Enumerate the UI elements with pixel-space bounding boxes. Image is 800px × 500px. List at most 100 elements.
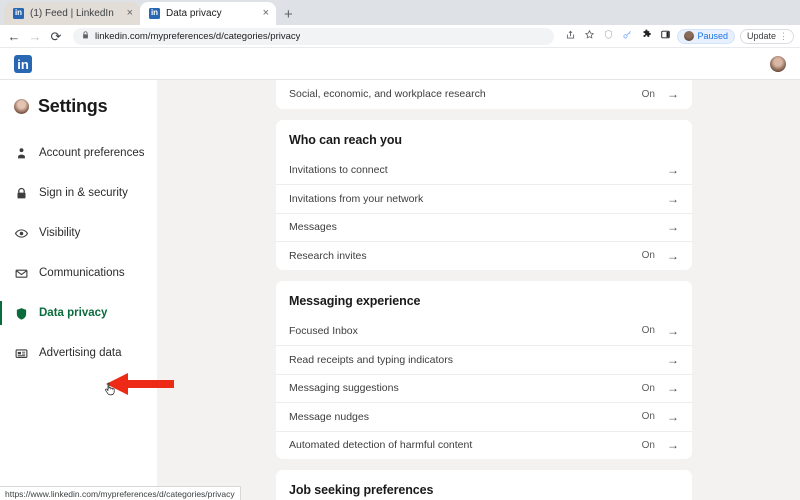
card-icon	[14, 346, 28, 360]
settings-card-who-can-reach-you: Who can reach you Invitations to connect…	[276, 120, 692, 270]
update-button[interactable]: Update ⋮	[740, 29, 794, 44]
settings-content: Social, economic, and workplace research…	[157, 80, 800, 500]
settings-row[interactable]: Focused Inbox On →	[276, 317, 692, 346]
settings-row[interactable]: Social, economic, and workplace research…	[276, 80, 692, 109]
settings-row[interactable]: Research invites On →	[276, 241, 692, 270]
chevron-right-icon: →	[667, 325, 679, 337]
envelope-icon	[14, 266, 28, 280]
chrome-menu-icon[interactable]: ⋮	[779, 31, 787, 42]
settings-row-value: On	[642, 250, 655, 261]
new-tab-button[interactable]: +	[284, 7, 293, 22]
settings-row-label: Social, economic, and workplace research	[289, 88, 642, 100]
browser-tab-strip: (1) Feed | LinkedIn × Data privacy × +	[0, 0, 800, 25]
settings-row-value: On	[642, 411, 655, 422]
header-avatar[interactable]	[770, 56, 786, 72]
settings-row[interactable]: Read receipts and typing indicators →	[276, 345, 692, 374]
settings-row-value: On	[642, 89, 655, 100]
address-bar[interactable]: linkedin.com/mypreferences/d/categories/…	[73, 28, 554, 45]
chevron-right-icon: →	[667, 382, 679, 394]
settings-row-label: Invitations to connect	[289, 164, 655, 176]
sidebar-item-data-privacy[interactable]: Data privacy	[0, 299, 157, 327]
page-body: Settings Account preferences Sign in & s…	[0, 80, 800, 500]
settings-row-label: Messaging suggestions	[289, 382, 642, 394]
card-title: Who can reach you	[276, 120, 692, 156]
chevron-right-icon: →	[667, 164, 679, 176]
lock-icon	[14, 186, 28, 200]
browser-window: (1) Feed | LinkedIn × Data privacy × + ←…	[0, 0, 800, 500]
chevron-right-icon: →	[667, 439, 679, 451]
settings-row[interactable]: Invitations to connect →	[276, 156, 692, 185]
eye-icon	[14, 226, 28, 240]
shield-icon	[14, 306, 28, 320]
settings-row-label: Research invites	[289, 250, 642, 262]
settings-row[interactable]: Automated detection of harmful content O…	[276, 431, 692, 460]
sidebar-item-advertising-data[interactable]: Advertising data	[0, 339, 157, 367]
close-icon[interactable]: ×	[127, 8, 133, 19]
settings-row[interactable]: Invitations from your network →	[276, 184, 692, 213]
sidebar-item-sign-in-security[interactable]: Sign in & security	[0, 179, 157, 207]
settings-sidebar: Settings Account preferences Sign in & s…	[0, 80, 157, 500]
browser-tab-title: Data privacy	[166, 8, 257, 19]
chevron-right-icon: →	[667, 193, 679, 205]
back-icon[interactable]: ←	[6, 30, 22, 43]
extensions-puzzle-icon[interactable]	[639, 29, 653, 43]
profile-paused-pill[interactable]: Paused	[677, 29, 735, 44]
settings-row-value: On	[642, 440, 655, 451]
bookmark-star-icon[interactable]	[582, 29, 596, 43]
reload-icon[interactable]: ⟳	[48, 30, 64, 43]
chevron-right-icon: →	[667, 221, 679, 233]
settings-row-label: Focused Inbox	[289, 325, 642, 337]
browser-tab-data-privacy[interactable]: Data privacy ×	[140, 2, 276, 25]
linkedin-logo[interactable]	[14, 55, 32, 73]
sidebar-item-label: Sign in & security	[39, 187, 128, 199]
forward-icon[interactable]: →	[27, 30, 43, 43]
mouse-cursor-pointer	[104, 382, 116, 396]
linkedin-icon	[149, 8, 160, 19]
settings-row[interactable]: Message nudges On →	[276, 402, 692, 431]
linkedin-icon	[13, 8, 24, 19]
sidebar-item-communications[interactable]: Communications	[0, 259, 157, 287]
settings-row-label: Message nudges	[289, 411, 642, 423]
sidebar-item-label: Communications	[39, 267, 125, 279]
settings-row-label: Automated detection of harmful content	[289, 439, 642, 451]
settings-row-value: On	[642, 383, 655, 394]
browser-toolbar: ← → ⟳ linkedin.com/mypreferences/d/categ…	[0, 25, 800, 48]
sidebar-item-label: Data privacy	[39, 307, 107, 319]
settings-row-label: Read receipts and typing indicators	[289, 354, 655, 366]
sidebar-item-account-preferences[interactable]: Account preferences	[0, 139, 157, 167]
settings-card-clipped: Social, economic, and workplace research…	[276, 80, 692, 109]
settings-card-messaging-experience: Messaging experience Focused Inbox On → …	[276, 281, 692, 460]
settings-row[interactable]: Messages →	[276, 213, 692, 242]
shield-icon[interactable]	[601, 29, 615, 43]
person-icon	[14, 146, 28, 160]
browser-tab-title: (1) Feed | LinkedIn	[30, 8, 121, 19]
address-bar-url: linkedin.com/mypreferences/d/categories/…	[95, 31, 300, 42]
card-title: Messaging experience	[276, 281, 692, 317]
settings-card-job-seeking-preferences: Job seeking preferences Job application …	[276, 470, 692, 500]
chevron-right-icon: →	[667, 354, 679, 366]
avatar	[14, 99, 29, 114]
side-panel-icon[interactable]	[658, 29, 672, 43]
chevron-right-icon: →	[667, 88, 679, 100]
key-icon[interactable]	[620, 29, 634, 43]
card-title: Job seeking preferences	[276, 470, 692, 500]
settings-title-text: Settings	[38, 96, 107, 117]
share-icon[interactable]	[563, 29, 577, 43]
linkedin-page-header	[0, 48, 800, 80]
close-icon[interactable]: ×	[263, 8, 269, 19]
sidebar-item-label: Account preferences	[39, 147, 144, 159]
update-button-label: Update	[747, 31, 776, 41]
sidebar-item-label: Visibility	[39, 227, 80, 239]
lock-icon	[82, 31, 89, 41]
settings-row-value: On	[642, 325, 655, 336]
sidebar-item-label: Advertising data	[39, 347, 121, 359]
avatar	[684, 31, 694, 41]
status-bar-url: https://www.linkedin.com/mypreferences/d…	[5, 489, 235, 499]
profile-pill-label: Paused	[697, 31, 728, 41]
sidebar-item-visibility[interactable]: Visibility	[0, 219, 157, 247]
settings-row-label: Messages	[289, 221, 655, 233]
settings-row[interactable]: Messaging suggestions On →	[276, 374, 692, 403]
chevron-right-icon: →	[667, 250, 679, 262]
page-title: Settings	[0, 96, 157, 117]
browser-tab-feed[interactable]: (1) Feed | LinkedIn ×	[4, 2, 140, 25]
